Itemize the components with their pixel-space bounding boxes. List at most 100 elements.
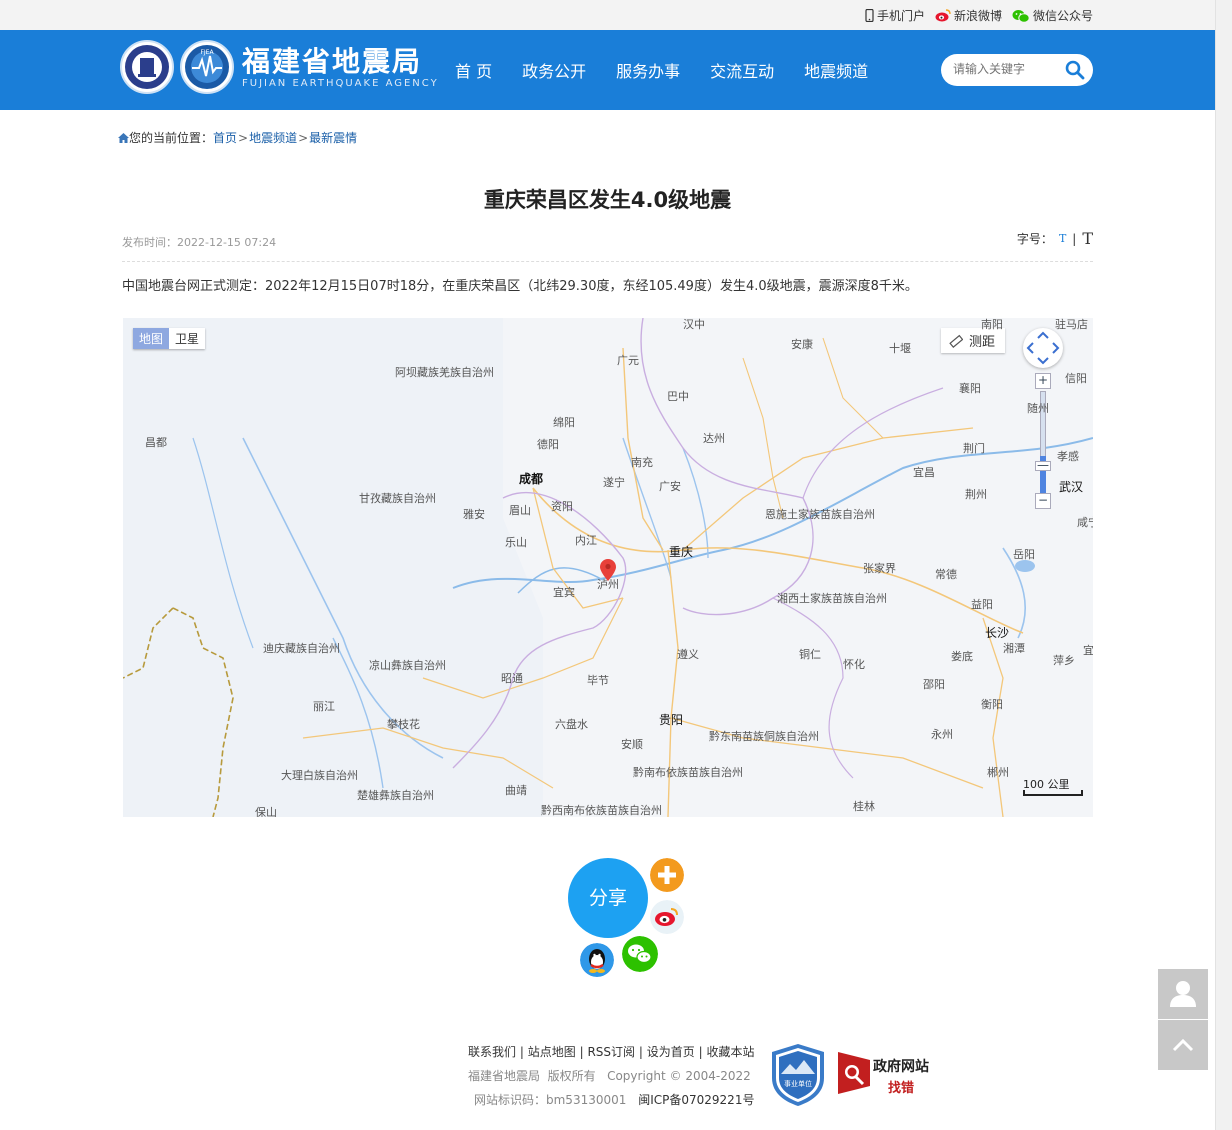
city-label: 襄阳	[959, 382, 981, 395]
zoom-out-button[interactable]: −	[1035, 493, 1051, 509]
logo-chinese-name: 福建省地震局	[242, 44, 423, 78]
city-label: 桂林	[853, 800, 875, 813]
breadcrumb-prefix: 您的当前位置：	[129, 131, 214, 145]
city-label: 咸宁	[1077, 516, 1093, 529]
mobile-portal-label: 手机门户	[876, 9, 925, 23]
nav-services[interactable]: 服务办事	[616, 58, 680, 82]
map-pan-control[interactable]	[1023, 328, 1063, 368]
city-label: 铜仁	[799, 648, 821, 661]
footer-contact-link[interactable]: 联系我们	[468, 1045, 516, 1059]
ruler-icon	[949, 334, 963, 348]
footer-set-homepage-link[interactable]: 设为首页	[647, 1045, 695, 1059]
font-size-label: 字号：	[1016, 232, 1053, 246]
icp-link[interactable]: 闽ICP备07029221号	[638, 1093, 754, 1107]
title-divider	[122, 261, 1093, 262]
font-size-control: 字号： T | T	[1017, 229, 1093, 248]
map-type-map-button[interactable]: 地图	[133, 328, 170, 349]
wechat-share-icon[interactable]	[622, 936, 658, 972]
top-links: 手机门户 新浪微博 微信公众号	[865, 7, 1093, 24]
city-label: 攀枝花	[387, 718, 420, 731]
page-scrollbar[interactable]	[1215, 0, 1232, 1130]
wechat-link[interactable]: 微信公众号	[1012, 7, 1093, 24]
city-label: 乐山	[505, 536, 527, 549]
region-label: 迪庆藏族自治州	[263, 642, 340, 655]
font-large-button[interactable]: T	[1082, 229, 1093, 248]
city-label: 宜昌	[913, 466, 935, 479]
city-label: 荆门	[963, 442, 985, 455]
mobile-icon	[865, 9, 874, 22]
nav-interaction[interactable]: 交流互动	[710, 58, 774, 82]
share-button[interactable]: 分享	[568, 858, 648, 938]
region-label: 黔东南苗族侗族自治州	[709, 730, 819, 743]
footer-sitemap-link[interactable]: 站点地图	[528, 1045, 576, 1059]
nav-home[interactable]: 首 页	[455, 58, 492, 82]
nav-government-affairs[interactable]: 政务公开	[522, 58, 586, 82]
breadcrumb-earthquake-channel[interactable]: 地震频道	[249, 129, 297, 146]
search-icon[interactable]	[1065, 60, 1085, 80]
city-label: 萍乡	[1053, 654, 1075, 667]
public-institution-badge-icon[interactable]: 事业单位	[772, 1044, 824, 1106]
mobile-portal-link[interactable]: 手机门户	[865, 7, 925, 24]
more-icon[interactable]	[650, 858, 684, 892]
site-logo[interactable]: FJEA 福建省地震局 FUJIAN EARTHQUAKE AGENCY	[120, 40, 439, 94]
city-label: 衡阳	[981, 698, 1003, 711]
map-type-satellite-button[interactable]: 卫星	[169, 328, 206, 349]
fjea-seal-text: FJEA	[200, 49, 214, 56]
region-label: 湘西土家族苗族自治州	[777, 592, 887, 605]
city-label: 眉山	[509, 504, 531, 517]
city-label: 广安	[659, 480, 681, 493]
map-zoom-control: + — −	[1033, 373, 1053, 513]
weibo-share-icon[interactable]	[650, 900, 684, 934]
city-label: 安顺	[621, 738, 643, 751]
city-label: 信阳	[1065, 372, 1087, 385]
region-label: 大理白族自治州	[281, 769, 358, 782]
city-label: 邵阳	[923, 678, 945, 691]
zoom-in-button[interactable]: +	[1035, 373, 1051, 389]
qq-share-icon[interactable]	[580, 943, 614, 977]
epicenter-marker-icon[interactable]	[600, 559, 616, 581]
publish-time: 发布时间：2022-12-15 07:24	[122, 236, 277, 249]
gov-website-label[interactable]: 政府网站	[873, 1056, 929, 1076]
user-center-button[interactable]	[1158, 969, 1208, 1019]
font-size-divider: |	[1072, 231, 1077, 246]
city-label: 重庆	[669, 545, 694, 559]
gov-error-report-label[interactable]: 找错	[888, 1077, 914, 1096]
article-body: 中国地震台网正式测定：2022年12月15日07时18分，在重庆荣昌区（北纬29…	[122, 279, 918, 294]
gov-website-error-icon[interactable]	[836, 1052, 870, 1094]
city-label: 安康	[791, 338, 813, 351]
ranging-label: 测距	[969, 335, 996, 350]
chevron-up-icon	[1172, 1038, 1194, 1052]
nav-earthquake-channel[interactable]: 地震频道	[804, 58, 868, 82]
back-to-top-button[interactable]	[1158, 1020, 1208, 1070]
region-label: 恩施土家族苗族自治州	[765, 508, 875, 521]
article-title: 重庆荣昌区发生4.0级地震	[483, 188, 732, 212]
region-label: 甘孜藏族自治州	[359, 492, 436, 505]
city-label: 德阳	[537, 438, 559, 451]
city-label: 岳阳	[1013, 548, 1035, 561]
city-label: 益阳	[971, 598, 993, 611]
breadcrumb-latest-quakes[interactable]: 最新震情	[309, 129, 357, 146]
breadcrumb-home[interactable]: 首页	[213, 129, 237, 146]
city-label: 雅安	[463, 508, 485, 521]
region-label: 楚雄彝族自治州	[357, 789, 434, 802]
city-label: 孝感	[1057, 450, 1079, 463]
city-label: 驻马店	[1055, 318, 1088, 331]
city-label: 六盘水	[555, 718, 588, 731]
footer-rss-link[interactable]: RSS订阅	[587, 1045, 635, 1059]
earthquake-map[interactable]: 地图 卫星 测距 + — − 100 公里 阿坝藏族羌族自治州 甘孜藏族自治州 …	[123, 318, 1093, 817]
city-label: 宜宾	[553, 586, 575, 599]
city-label: 张家界	[863, 562, 896, 575]
footer-bookmark-link[interactable]: 收藏本站	[706, 1045, 754, 1059]
zoom-slider-handle[interactable]: —	[1035, 459, 1051, 471]
city-label: 昭通	[501, 672, 523, 685]
breadcrumb-separator: >	[238, 130, 249, 145]
city-label: 南充	[631, 456, 653, 469]
font-small-button[interactable]: T	[1059, 232, 1066, 245]
footer-link-separator: |	[638, 1045, 643, 1059]
fjea-logo-icon: FJEA	[180, 40, 234, 94]
footer-copyright: 福建省地震局 版权所有 Copyright © 2004-2022	[468, 1069, 751, 1083]
search-input[interactable]	[953, 62, 1063, 76]
weibo-link[interactable]: 新浪微博	[935, 7, 1002, 24]
logo-english-name: FUJIAN EARTHQUAKE AGENCY	[242, 77, 439, 89]
city-label: 丽江	[313, 700, 335, 713]
